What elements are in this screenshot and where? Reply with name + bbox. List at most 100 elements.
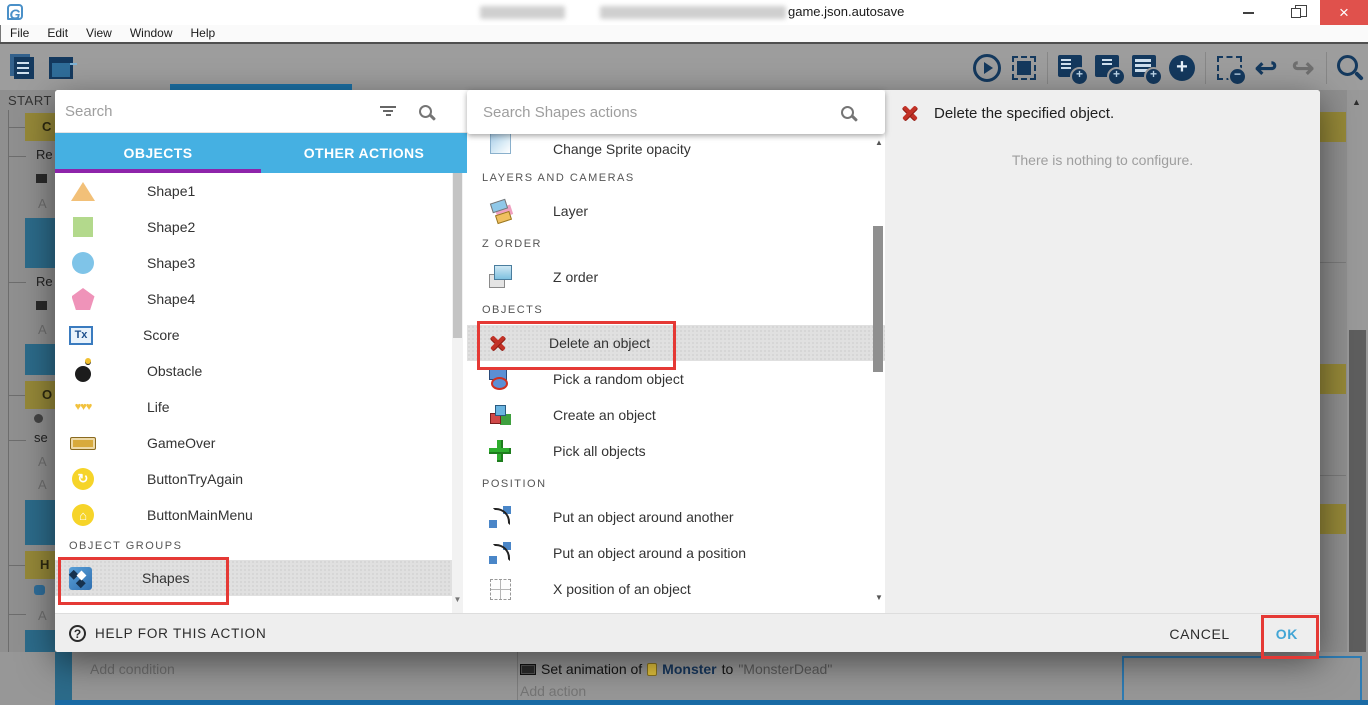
conditions-actions-divider bbox=[517, 652, 518, 705]
object-label: Score bbox=[143, 327, 180, 343]
object-item-obstacle[interactable]: Obstacle bbox=[55, 353, 455, 389]
filter-icon[interactable] bbox=[379, 105, 397, 117]
title-bar: G game.json.autosave bbox=[0, 0, 1368, 25]
restore-icon bbox=[1291, 8, 1301, 18]
actions-list: Change Sprite opacityLAYERS AND CAMERAS L… bbox=[467, 134, 885, 613]
action-item-z-order[interactable]: Z order bbox=[467, 259, 885, 295]
actions-scrollbar-thumb[interactable] bbox=[873, 226, 883, 372]
event-block bbox=[25, 344, 55, 375]
search-icon bbox=[419, 105, 432, 118]
events-scrollbar-thumb[interactable] bbox=[1349, 330, 1366, 652]
action-item-put-an-object-around-a-position[interactable]: Put an object around a position bbox=[467, 535, 885, 571]
action-label: Z order bbox=[553, 269, 598, 285]
action-item-pick-all-objects[interactable]: Pick all objects bbox=[467, 433, 885, 469]
action-text: to bbox=[722, 661, 734, 677]
add-comment-icon[interactable] bbox=[1131, 54, 1159, 82]
section-header-position: POSITION bbox=[467, 469, 885, 499]
action-item-put-an-object-around-another[interactable]: Put an object around another bbox=[467, 499, 885, 535]
menu-item-window[interactable]: Window bbox=[121, 25, 182, 42]
section-header-layers-and-cameras: LAYERS AND CAMERAS bbox=[467, 163, 885, 193]
object-item-buttonmainmenu[interactable]: ButtonMainMenu bbox=[55, 497, 455, 533]
objects-list: Shape1 Shape2 Shape3Shape4 Score ObstacleLif… bbox=[55, 173, 467, 613]
object-item-score[interactable]: Score bbox=[55, 317, 455, 353]
action-configuration-panel: Delete the specified object. There is no… bbox=[885, 90, 1320, 613]
action-text: Set animation of bbox=[541, 661, 642, 677]
comment-block bbox=[1320, 364, 1346, 394]
object-item-shapes[interactable]: Shapes bbox=[55, 560, 455, 596]
collision-icon bbox=[34, 585, 45, 595]
object-item-buttontryagain[interactable]: ButtonTryAgain bbox=[55, 461, 455, 497]
xpos-icon bbox=[487, 576, 513, 602]
menu-item-edit[interactable]: Edit bbox=[38, 25, 77, 42]
object-label: Shapes bbox=[142, 570, 189, 586]
dialog-footer: ? HELP FOR THIS ACTION CANCEL OK bbox=[55, 613, 1320, 652]
object-item-life[interactable]: Life bbox=[55, 389, 455, 425]
remove-event-icon[interactable] bbox=[1215, 54, 1243, 82]
minimize-button[interactable] bbox=[1224, 0, 1272, 25]
action-item-delete-an-object[interactable]: Delete an object bbox=[467, 325, 885, 361]
add-condition-link[interactable]: Add condition bbox=[90, 661, 175, 677]
blurred-title-segment bbox=[600, 6, 786, 19]
events-sheet-icon[interactable] bbox=[10, 54, 38, 82]
search-icon[interactable] bbox=[1336, 54, 1364, 82]
menu-item-view[interactable]: View bbox=[77, 25, 121, 42]
action-item-create-an-object[interactable]: Create an object bbox=[467, 397, 885, 433]
object-item-shape4[interactable]: Shape4 bbox=[55, 281, 455, 317]
scroll-up-icon[interactable]: ▲ bbox=[1352, 98, 1361, 107]
action-item-x-position-of-an-object[interactable]: X position of an object bbox=[467, 571, 885, 607]
action-value: "MonsterDead" bbox=[738, 661, 832, 677]
event-text-fragment: Re bbox=[36, 147, 53, 162]
cancel-button[interactable]: CANCEL bbox=[1169, 626, 1229, 642]
add-circle-icon[interactable] bbox=[1168, 54, 1196, 82]
action-label: Pick all objects bbox=[553, 443, 646, 459]
gdevelop-logo-icon: G bbox=[7, 4, 23, 20]
add-subevent-icon[interactable] bbox=[1094, 54, 1122, 82]
animation-icon bbox=[520, 664, 536, 675]
help-button[interactable]: ? HELP FOR THIS ACTION bbox=[69, 614, 267, 653]
object-item-shape1[interactable]: Shape1 bbox=[55, 173, 455, 209]
action-item-layer[interactable]: Layer bbox=[467, 193, 885, 229]
action-item-pick-a-random-object[interactable]: Pick a random object bbox=[467, 361, 885, 397]
object-item-shape2[interactable]: Shape2 bbox=[55, 209, 455, 245]
tab-other-actions[interactable]: OTHER ACTIONS bbox=[261, 133, 467, 173]
play-icon[interactable] bbox=[973, 54, 1001, 82]
object-item-shape3[interactable]: Shape3 bbox=[55, 245, 455, 281]
object-tabs: OBJECTSOTHER ACTIONS bbox=[55, 133, 467, 173]
redo-icon[interactable] bbox=[1289, 54, 1317, 82]
scene-window-icon[interactable] bbox=[47, 54, 75, 82]
object-label: Shape2 bbox=[147, 219, 195, 235]
close-button[interactable] bbox=[1320, 0, 1368, 25]
undo-icon[interactable] bbox=[1252, 54, 1280, 82]
tab-objects[interactable]: OBJECTS bbox=[55, 133, 261, 173]
main-toolbar bbox=[0, 42, 1368, 90]
ok-button[interactable]: OK bbox=[1276, 626, 1298, 642]
comment-block bbox=[1320, 112, 1346, 142]
add-action-link[interactable]: Add action bbox=[520, 683, 586, 699]
scroll-down-icon[interactable]: ▼ bbox=[452, 595, 463, 604]
object-groups-header: OBJECT GROUPS bbox=[55, 533, 467, 560]
action-title: Delete the specified object. bbox=[934, 105, 1114, 122]
debug-icon[interactable] bbox=[1010, 54, 1038, 82]
tab-start[interactable]: START bbox=[8, 93, 52, 108]
pentagon-icon bbox=[69, 286, 97, 312]
menu-item-file[interactable]: File bbox=[1, 25, 38, 42]
action-search-input[interactable] bbox=[483, 104, 813, 121]
object-item-gameover[interactable]: GameOver bbox=[55, 425, 455, 461]
event-text-fragment: A bbox=[38, 608, 47, 623]
action-label: Layer bbox=[553, 203, 588, 219]
event-block bbox=[25, 500, 55, 545]
tree-tick bbox=[8, 156, 26, 157]
tree-tick bbox=[8, 282, 26, 283]
menu-item-help[interactable]: Help bbox=[182, 25, 225, 42]
scroll-down-icon[interactable]: ▼ bbox=[873, 593, 885, 602]
add-event-icon[interactable] bbox=[1057, 54, 1085, 82]
action-item-change-sprite-opacity[interactable]: Change Sprite opacity bbox=[467, 134, 885, 163]
object-search-input[interactable] bbox=[65, 103, 365, 120]
scroll-up-icon[interactable]: ▲ bbox=[873, 138, 885, 147]
objects-scrollbar-thumb[interactable] bbox=[453, 173, 462, 338]
triangle-icon bbox=[69, 178, 97, 204]
action-row[interactable]: Set animation of Monster to "MonsterDead… bbox=[520, 661, 832, 677]
minimize-icon bbox=[1243, 12, 1254, 14]
blurred-title-segment bbox=[480, 6, 565, 19]
restore-button[interactable] bbox=[1272, 0, 1320, 25]
